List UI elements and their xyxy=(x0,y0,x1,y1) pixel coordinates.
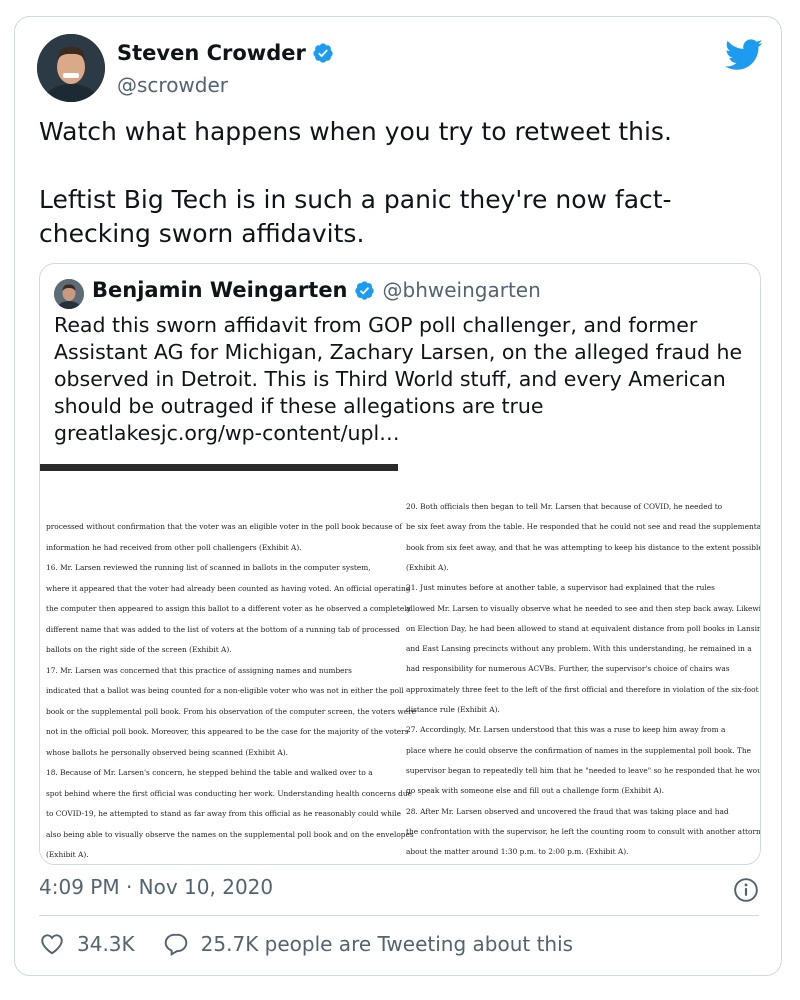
affidavit-line: ballots on the right side of the screen … xyxy=(46,645,232,654)
tweet-text-line2: Leftist Big Tech is in such a panic they… xyxy=(39,185,672,248)
twitter-bird-icon[interactable] xyxy=(725,39,763,71)
tweet-actions: 34.3K 25.7K people are Tweeting about th… xyxy=(39,931,573,957)
affidavit-line: also being able to visually observe the … xyxy=(46,829,414,839)
quoted-author-handle[interactable]: @bhweingarten xyxy=(383,278,541,302)
like-count: 34.3K xyxy=(77,932,135,956)
affidavit-line: not in the official poll book. Moreover,… xyxy=(46,727,409,736)
affidavit-line: 28. After Mr. Larsen observed and uncove… xyxy=(406,806,729,816)
affidavit-line: 17. Mr. Larsen was concerned that this p… xyxy=(46,665,352,675)
quoted-tweet-text: Read this sworn affidavit from GOP poll … xyxy=(54,312,744,447)
affidavit-line: about the matter around 1:30 p.m. to 2:0… xyxy=(406,847,629,857)
affidavit-line: be six feet away from the table. He resp… xyxy=(406,522,761,532)
speech-bubble-icon xyxy=(164,933,187,957)
affidavit-line: information he had received from other p… xyxy=(46,542,302,552)
tweeting-about-count: 25.7K people are Tweeting about this xyxy=(200,932,574,956)
tweeting-about-action[interactable]: 25.7K people are Tweeting about this xyxy=(163,931,573,957)
quoted-link[interactable]: greatlakesjc.org/wp-content/upl… xyxy=(54,420,744,447)
tweet-card: Steven Crowder @scrowder Watch what happ… xyxy=(14,16,782,976)
quoted-author-row: Benjamin Weingarten @bhweingarten xyxy=(92,278,541,302)
affidavit-line: whose ballots he personally observed bei… xyxy=(46,747,288,757)
verified-badge-icon xyxy=(354,280,374,300)
affidavit-line: approximately three feet to the left of … xyxy=(406,684,759,694)
affidavit-line: 20. Both officials then began to tell Mr… xyxy=(406,502,723,511)
affidavit-line: and East Lansing precincts without any p… xyxy=(406,644,752,654)
quoted-text-body: Read this sworn affidavit from GOP poll … xyxy=(54,313,743,418)
quoted-author-name[interactable]: Benjamin Weingarten xyxy=(92,278,348,302)
author-name[interactable]: Steven Crowder xyxy=(117,41,306,65)
tweet-timestamp[interactable]: 4:09 PM · Nov 10, 2020 xyxy=(39,875,273,899)
quoted-tweet[interactable]: Benjamin Weingarten @bhweingarten Read t… xyxy=(39,263,761,865)
affidavit-line: 21. Just minutes before at another table… xyxy=(406,583,715,593)
author-avatar[interactable] xyxy=(37,34,105,102)
affidavit-line: spot behind where the first official was… xyxy=(46,788,412,798)
author-name-row: Steven Crowder xyxy=(117,41,334,65)
affidavit-line: (Exhibit A). xyxy=(46,850,89,859)
quoted-author-avatar xyxy=(54,279,84,309)
affidavit-line: 16. Mr. Larsen reviewed the running list… xyxy=(46,563,371,572)
affidavit-image[interactable]: processed without confirmation that the … xyxy=(40,462,760,864)
footer-divider xyxy=(39,915,759,916)
affidavit-line: where it appeared that the voter had alr… xyxy=(46,583,411,593)
quoted-avatar-image xyxy=(54,279,84,309)
affidavit-line: 18. Because of Mr. Larsen's concern, he … xyxy=(46,768,373,777)
author-handle[interactable]: @scrowder xyxy=(117,73,228,97)
affidavit-line: distance rule (Exhibit A). xyxy=(406,705,500,714)
verified-badge-icon xyxy=(313,43,333,63)
affidavit-line: book or the supplemental poll book. From… xyxy=(46,706,417,716)
affidavit-line: to COVID-19, he attempted to stand as fa… xyxy=(46,809,401,818)
affidavit-line: supervisor began to repeatedly tell him … xyxy=(406,765,761,775)
avatar-image xyxy=(37,34,105,102)
affidavit-line: the confrontation with the supervisor, h… xyxy=(406,826,761,836)
affidavit-line: go speak with someone else and fill out … xyxy=(406,786,665,796)
affidavit-line: (Exhibit A). xyxy=(406,562,449,572)
affidavit-line: 27. Accordingly, Mr. Larsen understood t… xyxy=(406,725,726,735)
affidavit-line: on Election Day, he had been allowed to … xyxy=(406,623,761,633)
affidavit-line: had responsibility for numerous ACVBs. F… xyxy=(406,664,730,674)
tweet-text-line1: Watch what happens when you try to retwe… xyxy=(39,117,672,146)
info-circle-icon[interactable] xyxy=(733,877,759,903)
affidavit-line: place where he could observe the confirm… xyxy=(406,745,751,755)
affidavit-line: indicated that a ballot was being counte… xyxy=(46,686,404,695)
affidavit-line: allowed Mr. Larsen to visually observe w… xyxy=(406,603,761,613)
heart-outline-icon xyxy=(41,934,63,955)
like-action[interactable]: 34.3K xyxy=(39,931,135,957)
affidavit-line: processed without confirmation that the … xyxy=(46,522,403,531)
affidavit-line: different name that was added to the lis… xyxy=(46,624,400,634)
document-header-bar xyxy=(40,464,398,471)
affidavit-line: book from six feet away, and that he was… xyxy=(406,542,761,552)
affidavit-line: the computer then appeared to assign thi… xyxy=(46,604,411,613)
tweet-body: Watch what happens when you try to retwe… xyxy=(39,115,759,251)
